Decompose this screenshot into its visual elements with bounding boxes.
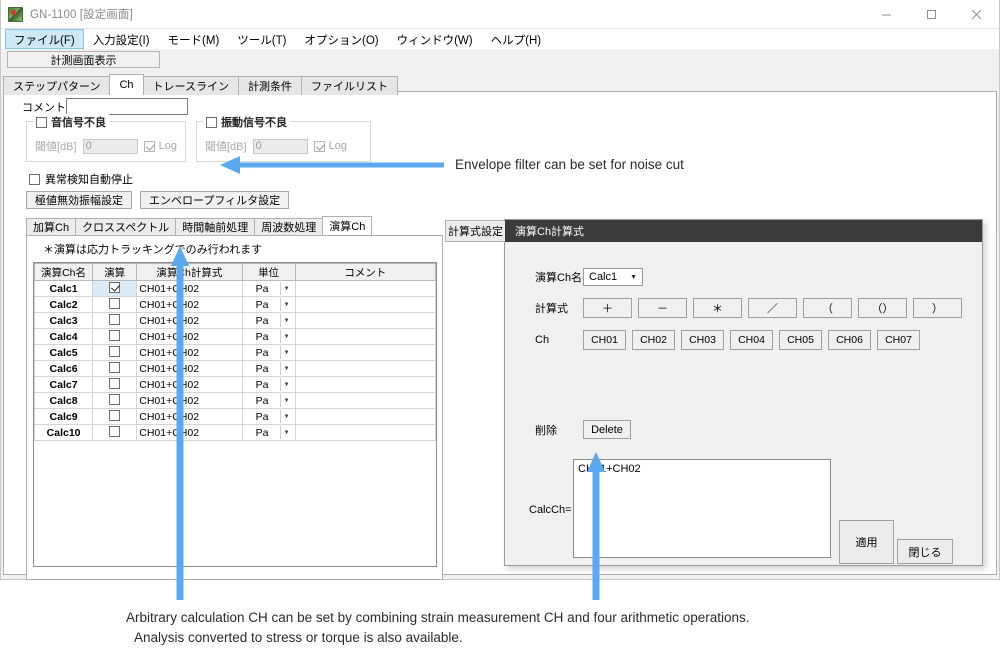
tab-ch[interactable]: Ch [109, 74, 143, 95]
tab-step-pattern[interactable]: ステップパターン [3, 76, 110, 95]
inner-tab-cross-spectrum[interactable]: クロススペクトル [75, 218, 176, 235]
arrow-envelope-callout [0, 0, 1000, 650]
outer-tab-bar: ステップパターン Ch トレースライン 計測条件 ファイルリスト [3, 74, 999, 95]
inner-tab-bar: 加算Ch クロススペクトル 時間軸前処理 周波数処理 演算Ch [26, 216, 996, 235]
tab-measurement-conditions[interactable]: 計測条件 [238, 76, 302, 95]
inner-tab-frequency-process[interactable]: 周波数処理 [254, 218, 323, 235]
inner-tab-time-preprocess[interactable]: 時間軸前処理 [175, 218, 255, 235]
inner-tab-calc-ch[interactable]: 演算Ch [322, 216, 372, 235]
inner-tab-add-ch[interactable]: 加算Ch [26, 218, 76, 235]
tab-file-list[interactable]: ファイルリスト [301, 76, 398, 95]
tab-trace-line[interactable]: トレースライン [143, 76, 239, 95]
